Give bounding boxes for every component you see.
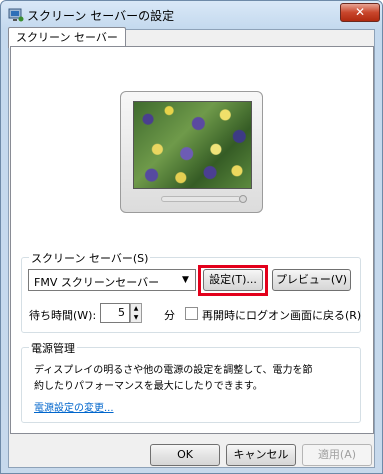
power-description-line2: 約したりパフォーマンスを最大にしたりできます。	[34, 381, 263, 392]
cancel-button[interactable]: キャンセル	[226, 444, 296, 466]
close-icon: ✕	[354, 5, 366, 19]
spin-down-icon[interactable]: ▼	[131, 313, 141, 322]
tab-screensaver[interactable]: スクリーン セーバー	[8, 27, 126, 48]
screensaver-group-label: スクリーン セーバー(S)	[29, 250, 151, 266]
wait-time-input[interactable]: 5	[100, 303, 130, 323]
power-description-line1: ディスプレイの明るさや他の電源の設定を調整して、電力を節	[34, 365, 313, 376]
wait-time-spinner[interactable]: ▲ ▼	[130, 303, 142, 323]
title-bar[interactable]: スクリーン セーバーの設定 ✕	[1, 1, 382, 29]
resume-logon-checkbox[interactable]	[185, 307, 198, 320]
chevron-down-icon: ▼	[182, 275, 189, 285]
wait-time-label: 待ち時間(W):	[29, 309, 97, 322]
preview-button[interactable]: プレビュー(V)	[272, 269, 351, 291]
highlight-frame	[198, 265, 268, 296]
monitor-power-led	[239, 195, 247, 203]
ok-button[interactable]: OK	[150, 444, 220, 466]
resume-logon-label[interactable]: 再開時にログオン画面に戻る(R)	[202, 307, 361, 323]
preview-screen-image	[133, 101, 252, 189]
close-button[interactable]: ✕	[340, 3, 380, 22]
apply-button[interactable]: 適用(A)	[302, 444, 372, 466]
spin-up-icon[interactable]: ▲	[131, 304, 141, 313]
monitor-preview	[120, 91, 263, 213]
screensaver-select[interactable]: FMV スクリーンセーバー ▼	[28, 269, 196, 291]
power-group-label: 電源管理	[29, 340, 77, 356]
screensaver-select-value: FMV スクリーンセーバー	[34, 276, 160, 289]
power-settings-link[interactable]: 電源設定の変更...	[34, 399, 114, 414]
dialog-window: スクリーン セーバーの設定 ✕ スクリーン セーバー スクリーン セーバー(S)…	[0, 0, 383, 474]
display-settings-icon	[8, 8, 24, 22]
monitor-stand-slot	[161, 196, 241, 202]
wait-time-unit: 分	[164, 309, 175, 322]
window-title: スクリーン セーバーの設定	[27, 9, 175, 23]
